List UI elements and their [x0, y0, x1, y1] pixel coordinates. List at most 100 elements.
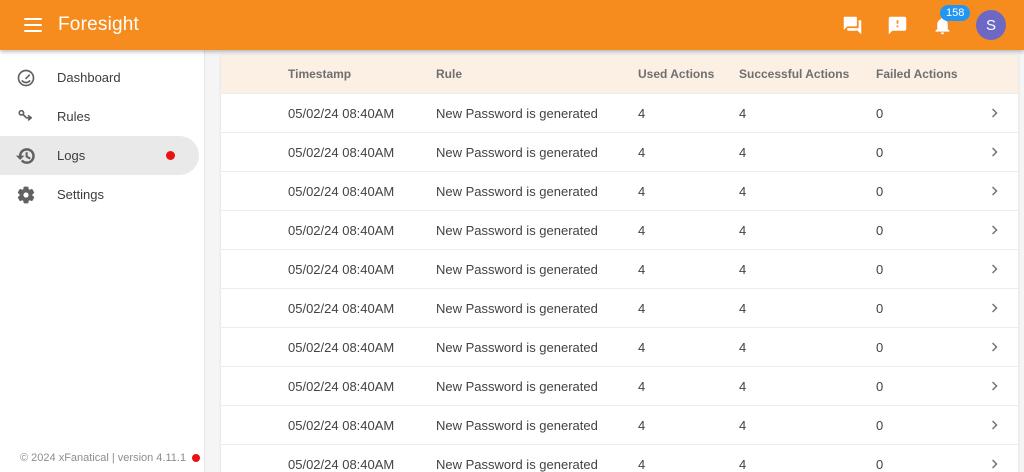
row-successful-actions: 4 [739, 106, 876, 121]
row-rule: New Password is generated [436, 301, 638, 316]
row-failed-actions: 0 [876, 457, 986, 472]
row-failed-actions: 0 [876, 184, 986, 199]
table-row[interactable]: 05/02/24 08:40AM New Password is generat… [221, 327, 1018, 366]
row-rule: New Password is generated [436, 457, 638, 472]
table-row[interactable]: 05/02/24 08:40AM New Password is generat… [221, 366, 1018, 405]
row-rule: New Password is generated [436, 262, 638, 277]
row-failed-actions: 0 [876, 223, 986, 238]
chat-icon[interactable] [841, 14, 863, 36]
rule-icon [16, 107, 36, 127]
row-rule: New Password is generated [436, 106, 638, 121]
chevron-right-icon[interactable] [986, 221, 1018, 239]
row-successful-actions: 4 [739, 418, 876, 433]
table-row[interactable]: 05/02/24 08:40AM New Password is generat… [221, 210, 1018, 249]
table-row[interactable]: 05/02/24 08:40AM New Password is generat… [221, 132, 1018, 171]
chevron-right-icon[interactable] [986, 338, 1018, 356]
chevron-right-icon[interactable] [986, 260, 1018, 278]
sidebar-item-label: Logs [57, 148, 85, 163]
row-rule: New Password is generated [436, 145, 638, 160]
column-failed-actions: Failed Actions [876, 67, 986, 81]
row-used-actions: 4 [638, 457, 739, 472]
hamburger-menu-icon[interactable] [24, 18, 42, 32]
row-rule: New Password is generated [436, 223, 638, 238]
sidebar-item-label: Rules [57, 109, 90, 124]
status-alert-dot [192, 454, 200, 462]
row-used-actions: 4 [638, 184, 739, 199]
chevron-right-icon[interactable] [986, 182, 1018, 200]
row-used-actions: 4 [638, 106, 739, 121]
logs-alert-dot [166, 151, 175, 160]
column-timestamp: Timestamp [288, 67, 436, 81]
notification-badge: 158 [940, 5, 970, 21]
sidebar-item-logs[interactable]: Logs [0, 136, 199, 175]
history-icon [16, 146, 36, 166]
sidebar-item-rules[interactable]: Rules [0, 97, 199, 136]
chevron-right-icon[interactable] [986, 299, 1018, 317]
row-rule: New Password is generated [436, 379, 638, 394]
chevron-right-icon[interactable] [986, 377, 1018, 395]
row-failed-actions: 0 [876, 379, 986, 394]
gauge-icon [16, 68, 36, 88]
table-row[interactable]: 05/02/24 08:40AM New Password is generat… [221, 288, 1018, 327]
version-text: © 2024 xFanatical | version 4.11.1 [20, 452, 186, 464]
row-timestamp: 05/02/24 08:40AM [288, 106, 436, 121]
feedback-icon[interactable] [886, 14, 908, 36]
row-failed-actions: 0 [876, 418, 986, 433]
sidebar-item-settings[interactable]: Settings [0, 175, 199, 214]
row-timestamp: 05/02/24 08:40AM [288, 184, 436, 199]
sidebar-item-dashboard[interactable]: Dashboard [0, 58, 199, 97]
table-row[interactable]: 05/02/24 08:40AM New Password is generat… [221, 444, 1018, 472]
column-successful-actions: Successful Actions [739, 67, 876, 81]
table-header-row: Timestamp Rule Used Actions Successful A… [221, 55, 1018, 93]
table-row[interactable]: 05/02/24 08:40AM New Password is generat… [221, 405, 1018, 444]
row-rule: New Password is generated [436, 184, 638, 199]
table-body: 05/02/24 08:40AM New Password is generat… [221, 93, 1018, 472]
avatar[interactable]: S [976, 10, 1006, 40]
app-title: Foresight [58, 14, 139, 36]
row-used-actions: 4 [638, 301, 739, 316]
row-timestamp: 05/02/24 08:40AM [288, 145, 436, 160]
row-failed-actions: 0 [876, 340, 986, 355]
column-rule: Rule [436, 67, 638, 81]
row-timestamp: 05/02/24 08:40AM [288, 379, 436, 394]
appbar-actions: 158 S [841, 10, 1006, 40]
row-timestamp: 05/02/24 08:40AM [288, 301, 436, 316]
row-successful-actions: 4 [739, 379, 876, 394]
row-successful-actions: 4 [739, 340, 876, 355]
sidebar-footer: © 2024 xFanatical | version 4.11.1 [20, 452, 200, 464]
logs-table: Timestamp Rule Used Actions Successful A… [221, 55, 1018, 472]
row-successful-actions: 4 [739, 145, 876, 160]
chevron-right-icon[interactable] [986, 416, 1018, 434]
row-successful-actions: 4 [739, 457, 876, 472]
row-used-actions: 4 [638, 223, 739, 238]
row-timestamp: 05/02/24 08:40AM [288, 340, 436, 355]
appbar: Foresight 158 S [0, 0, 1024, 50]
row-successful-actions: 4 [739, 301, 876, 316]
row-timestamp: 05/02/24 08:40AM [288, 262, 436, 277]
row-timestamp: 05/02/24 08:40AM [288, 223, 436, 238]
chevron-right-icon[interactable] [986, 143, 1018, 161]
column-used-actions: Used Actions [638, 67, 739, 81]
row-timestamp: 05/02/24 08:40AM [288, 457, 436, 472]
row-used-actions: 4 [638, 340, 739, 355]
table-row[interactable]: 05/02/24 08:40AM New Password is generat… [221, 171, 1018, 210]
table-row[interactable]: 05/02/24 08:40AM New Password is generat… [221, 249, 1018, 288]
sidebar-item-label: Settings [57, 187, 104, 202]
row-used-actions: 4 [638, 262, 739, 277]
table-row[interactable]: 05/02/24 08:40AM New Password is generat… [221, 93, 1018, 132]
sidebar-item-label: Dashboard [57, 70, 121, 85]
chevron-right-icon[interactable] [986, 455, 1018, 472]
row-failed-actions: 0 [876, 145, 986, 160]
row-used-actions: 4 [638, 418, 739, 433]
row-failed-actions: 0 [876, 301, 986, 316]
sidebar: Dashboard Rules Logs [0, 50, 205, 472]
row-used-actions: 4 [638, 379, 739, 394]
row-rule: New Password is generated [436, 418, 638, 433]
chevron-right-icon[interactable] [986, 104, 1018, 122]
row-successful-actions: 4 [739, 262, 876, 277]
gear-icon [16, 185, 36, 205]
row-failed-actions: 0 [876, 106, 986, 121]
row-used-actions: 4 [638, 145, 739, 160]
notifications-bell-icon[interactable]: 158 [931, 14, 953, 36]
main-content: Timestamp Rule Used Actions Successful A… [205, 50, 1024, 472]
